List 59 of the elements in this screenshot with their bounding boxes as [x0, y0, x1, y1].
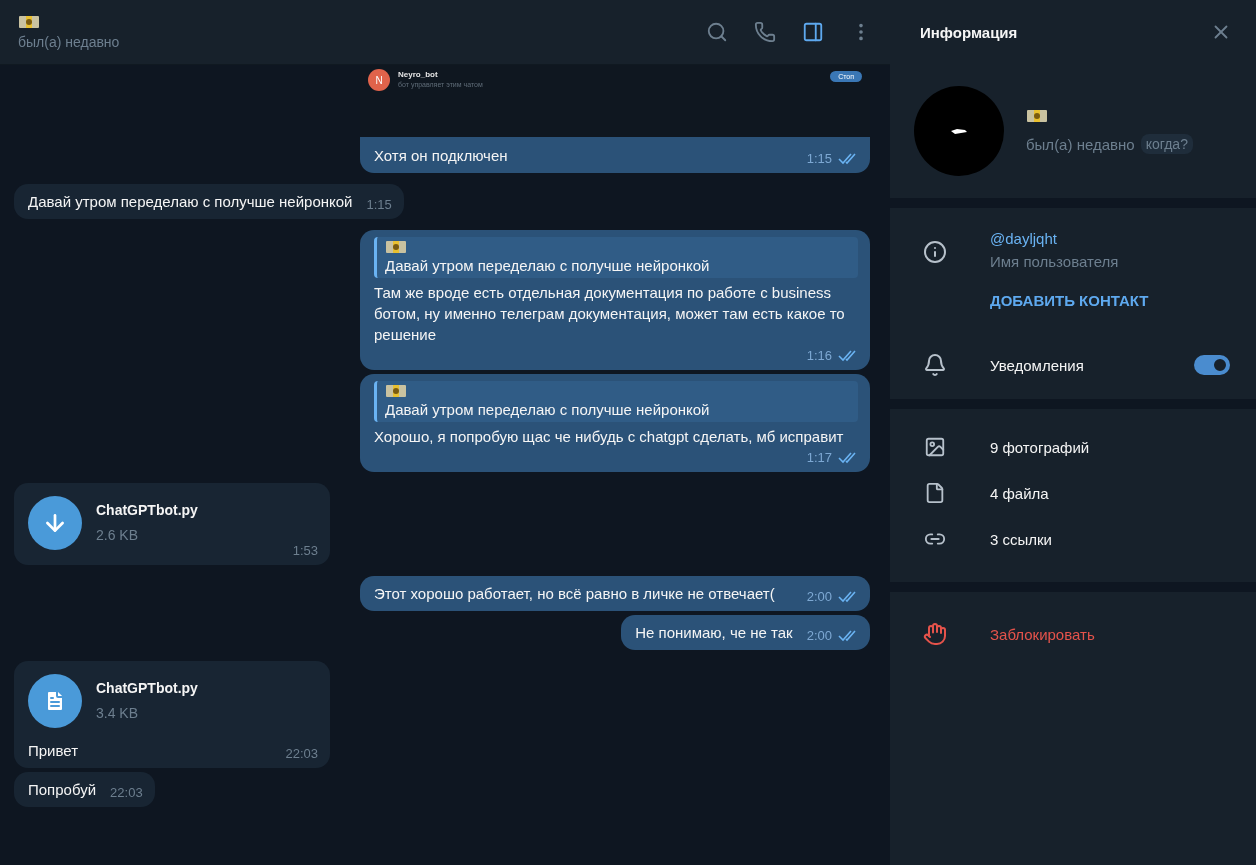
file-name: ChatGPTbot.py: [96, 501, 198, 520]
double-check-icon: [838, 349, 858, 362]
message-text: Давай утром переделаю с получше нейронкой: [28, 192, 353, 212]
reply-quote[interactable]: Давай утром переделаю с получше нейронкой: [374, 381, 858, 422]
media-item[interactable]: 3 ссылки: [890, 516, 1256, 562]
message-time: 2:00: [806, 627, 832, 645]
hand-icon: [923, 622, 947, 646]
message-text: Привет: [28, 741, 79, 761]
file-size: 2.6 KB: [96, 526, 140, 545]
file-name: ChatGPTbot.py: [96, 679, 198, 698]
info-icon: [923, 240, 947, 264]
notifications-label: Уведомления: [990, 356, 1085, 374]
reply-quote[interactable]: Давай утром переделаю с получше нейронкой: [374, 237, 858, 278]
bot-avatar: N: [368, 69, 390, 91]
panel-title: Информация: [920, 23, 1018, 41]
message-time: 1:16: [806, 347, 832, 365]
image-icon: [924, 436, 946, 458]
message-time: 22:03: [285, 745, 318, 763]
profile-status: был(а) недавно: [1026, 135, 1135, 153]
double-check-icon: [838, 590, 858, 603]
message-time: 22:03: [110, 784, 143, 802]
message-text: Там же вроде есть отдельная документация по работе с business ботом, ну именно телеграм документация, может там есть какое то решение: [374, 283, 846, 345]
message-text: Не понимаю, че не так: [635, 623, 793, 643]
message-text: Этот хорошо работает, но всё равно в личке не отвечает(: [374, 584, 775, 604]
bell-icon: [923, 353, 947, 377]
message-time: 1:17: [806, 449, 832, 467]
search-icon[interactable]: [706, 21, 728, 43]
add-contact-button[interactable]: ДОБАВИТЬ КОНТАКТ: [990, 292, 1149, 309]
username-label: Имя пользователя: [990, 253, 1120, 270]
quoted-text: Давай утром переделаю с получше нейронкой: [385, 400, 711, 420]
message-time: 1:15: [806, 150, 832, 168]
notifications-toggle[interactable]: [1194, 355, 1230, 375]
message-time: 1:15: [366, 196, 392, 214]
file-icon: [924, 482, 946, 504]
quoted-text: Давай утром переделаю с получше нейронкой: [385, 256, 711, 276]
message-text: Хотя он подключен: [374, 146, 508, 166]
username[interactable]: @dayljqht: [990, 230, 1230, 247]
chat-status: был(а) недавно: [18, 34, 121, 50]
block-button[interactable]: Заблокировать: [890, 610, 1256, 658]
file-button[interactable]: [28, 674, 82, 728]
money-emoji-icon: [18, 14, 40, 30]
message-time: 2:00: [806, 588, 832, 606]
phone-icon[interactable]: [754, 21, 776, 43]
file-button[interactable]: [28, 496, 82, 550]
double-check-icon: [838, 152, 858, 165]
message-text: Попробуй: [28, 780, 97, 800]
money-emoji-icon: [1026, 108, 1048, 124]
message-text: Хорошо, я попробую щас че нибудь с chatgpt сделать, мб исправит: [374, 427, 844, 447]
media-item[interactable]: 4 файла: [890, 470, 1256, 516]
side-panel-icon[interactable]: [802, 21, 824, 43]
file-size: 3.4 KB: [96, 704, 140, 723]
message-time: 1:53: [292, 542, 318, 560]
double-check-icon: [838, 451, 858, 464]
media-item[interactable]: 9 фотографий: [890, 424, 1256, 470]
double-check-icon: [838, 629, 858, 642]
when-button[interactable]: когда?: [1140, 134, 1193, 154]
money-emoji-icon: [385, 383, 407, 399]
bot-name: Neyro_bot: [398, 69, 439, 80]
money-emoji-icon: [385, 239, 407, 255]
